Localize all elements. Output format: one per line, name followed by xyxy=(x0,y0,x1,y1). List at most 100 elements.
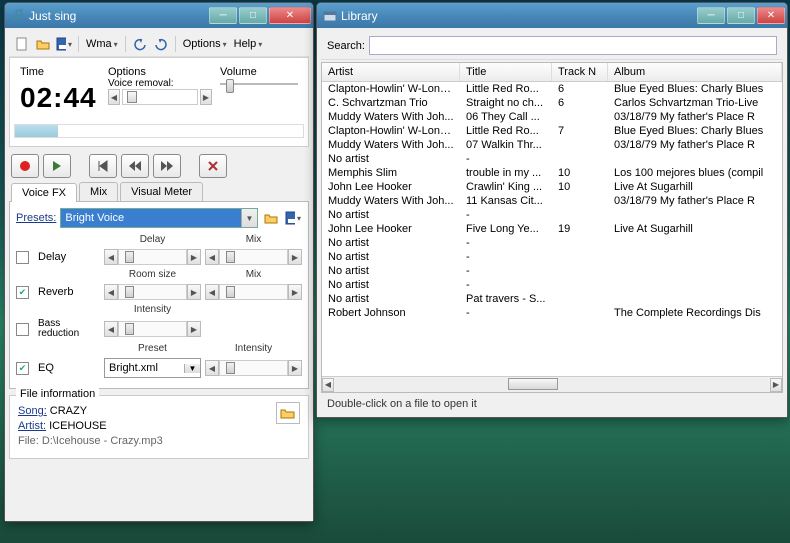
close-button[interactable]: ✕ xyxy=(269,7,311,24)
table-row[interactable]: John Lee HookerFive Long Ye...19Live At … xyxy=(322,222,782,236)
cell-track: 6 xyxy=(552,82,608,96)
grid-hscrollbar[interactable]: ◀ ▶ xyxy=(322,376,782,392)
library-grid: Artist Title Track N Album Clapton-Howli… xyxy=(321,62,783,393)
reverb-checkbox[interactable]: ✔ xyxy=(16,286,29,299)
stop-button[interactable] xyxy=(199,154,227,178)
library-title: Library xyxy=(341,9,697,23)
tab-voice-fx[interactable]: Voice FX xyxy=(11,183,77,202)
cell-album xyxy=(608,292,782,306)
seek-bar[interactable] xyxy=(14,124,304,138)
save-icon[interactable] xyxy=(55,35,73,53)
table-row[interactable]: Muddy Waters With Joh...11 Kansas Cit...… xyxy=(322,194,782,208)
eq-col2-label: Intensity xyxy=(205,343,302,354)
cell-track xyxy=(552,306,608,320)
table-row[interactable]: C. Schvartzman TrioStraight no ch...6Car… xyxy=(322,96,782,110)
table-row[interactable]: Clapton-Howlin' W-Lond...Little Red Ro..… xyxy=(322,82,782,96)
cell-album xyxy=(608,264,782,278)
table-row[interactable]: No artist- xyxy=(322,264,782,278)
table-row[interactable]: Muddy Waters With Joh...06 They Call ...… xyxy=(322,110,782,124)
cell-track xyxy=(552,278,608,292)
col-artist[interactable]: Artist xyxy=(322,63,460,81)
file-open-icon[interactable] xyxy=(276,402,300,424)
volume-slider[interactable] xyxy=(220,78,298,90)
delay-amount-slider[interactable]: ◀▶ xyxy=(104,249,201,265)
open-folder-icon[interactable] xyxy=(34,35,52,53)
record-button[interactable] xyxy=(11,154,39,178)
reverb-size-slider[interactable]: ◀▶ xyxy=(104,284,201,300)
undo-icon[interactable] xyxy=(131,35,149,53)
bass-checkbox[interactable] xyxy=(16,323,29,336)
cell-title: Pat travers - S... xyxy=(460,292,552,306)
table-row[interactable]: No artist- xyxy=(322,208,782,222)
cell-artist: John Lee Hooker xyxy=(322,222,460,236)
tab-mix[interactable]: Mix xyxy=(79,182,118,201)
cell-title: Five Long Ye... xyxy=(460,222,552,236)
time-display: 02:44 xyxy=(20,78,100,118)
cell-artist: No artist xyxy=(322,278,460,292)
cell-artist: Clapton-Howlin' W-Lond... xyxy=(322,124,460,138)
bass-intensity-slider[interactable]: ◀▶ xyxy=(104,321,201,337)
minimize-button[interactable]: ─ xyxy=(209,7,237,24)
eq-preset-combo[interactable]: Bright.xml▼ xyxy=(104,358,201,378)
main-titlebar[interactable]: Just sing ─ □ ✕ xyxy=(5,3,313,28)
cell-track xyxy=(552,194,608,208)
transport-bar xyxy=(9,150,309,182)
library-titlebar[interactable]: Library ─ □ ✕ xyxy=(317,3,787,28)
delay-checkbox[interactable] xyxy=(16,251,29,264)
preset-save-icon[interactable] xyxy=(284,209,302,227)
cell-track: 10 xyxy=(552,166,608,180)
col-track[interactable]: Track N xyxy=(552,63,608,81)
cell-title: 06 They Call ... xyxy=(460,110,552,124)
voice-removal-slider[interactable]: ◀ ▶ xyxy=(108,89,212,105)
table-row[interactable]: Memphis Slimtrouble in my ...10Los 100 m… xyxy=(322,166,782,180)
cell-artist: C. Schvartzman Trio xyxy=(322,96,460,110)
table-row[interactable]: No artist- xyxy=(322,250,782,264)
search-input[interactable] xyxy=(369,36,777,55)
options-menu[interactable]: Options xyxy=(181,38,229,50)
reverb-col2-label: Mix xyxy=(205,269,302,280)
table-row[interactable]: Muddy Waters With Joh...07 Walkin Thr...… xyxy=(322,138,782,152)
table-row[interactable]: No artist- xyxy=(322,278,782,292)
cell-artist: Robert Johnson xyxy=(322,306,460,320)
search-label: Search: xyxy=(327,40,365,52)
new-file-icon[interactable] xyxy=(13,35,31,53)
cell-title: - xyxy=(460,250,552,264)
eq-checkbox[interactable]: ✔ xyxy=(16,362,29,375)
col-album[interactable]: Album xyxy=(608,63,782,81)
lib-maximize-button[interactable]: □ xyxy=(727,7,755,24)
col-title[interactable]: Title xyxy=(460,63,552,81)
tab-visual-meter[interactable]: Visual Meter xyxy=(120,182,203,201)
presets-combo[interactable]: Bright Voice ▼ xyxy=(60,208,258,228)
redo-icon[interactable] xyxy=(152,35,170,53)
format-dropdown[interactable]: Wma xyxy=(84,38,120,50)
cell-album xyxy=(608,278,782,292)
help-menu[interactable]: Help xyxy=(232,38,265,50)
cell-album: Los 100 mejores blues (compil xyxy=(608,166,782,180)
lib-minimize-button[interactable]: ─ xyxy=(697,7,725,24)
lib-close-button[interactable]: ✕ xyxy=(757,7,785,24)
preset-open-icon[interactable] xyxy=(262,209,280,227)
cell-album xyxy=(608,208,782,222)
table-row[interactable]: Clapton-Howlin' W-Lond...Little Red Ro..… xyxy=(322,124,782,138)
song-label: Song: xyxy=(18,405,47,417)
cell-title: - xyxy=(460,236,552,250)
table-row[interactable]: No artistPat travers - S... xyxy=(322,292,782,306)
options-label: Options xyxy=(108,66,212,78)
forward-button[interactable] xyxy=(153,154,181,178)
rewind-button[interactable] xyxy=(121,154,149,178)
table-row[interactable]: No artist- xyxy=(322,236,782,250)
cell-track: 10 xyxy=(552,180,608,194)
table-row[interactable]: Robert Johnson-The Complete Recordings D… xyxy=(322,306,782,320)
main-window: Just sing ─ □ ✕ Wma Options Help Time 02 xyxy=(4,2,314,522)
reverb-col1-label: Room size xyxy=(104,269,201,280)
play-button[interactable] xyxy=(43,154,71,178)
maximize-button[interactable]: □ xyxy=(239,7,267,24)
eq-col1-label: Preset xyxy=(104,343,201,354)
reverb-mix-slider[interactable]: ◀▶ xyxy=(205,284,302,300)
table-row[interactable]: No artist- xyxy=(322,152,782,166)
delay-mix-slider[interactable]: ◀▶ xyxy=(205,249,302,265)
file-info-legend: File information xyxy=(16,388,99,400)
table-row[interactable]: John Lee HookerCrawlin' King ...10Live A… xyxy=(322,180,782,194)
eq-intensity-slider[interactable]: ◀▶ xyxy=(205,360,302,376)
skip-start-button[interactable] xyxy=(89,154,117,178)
